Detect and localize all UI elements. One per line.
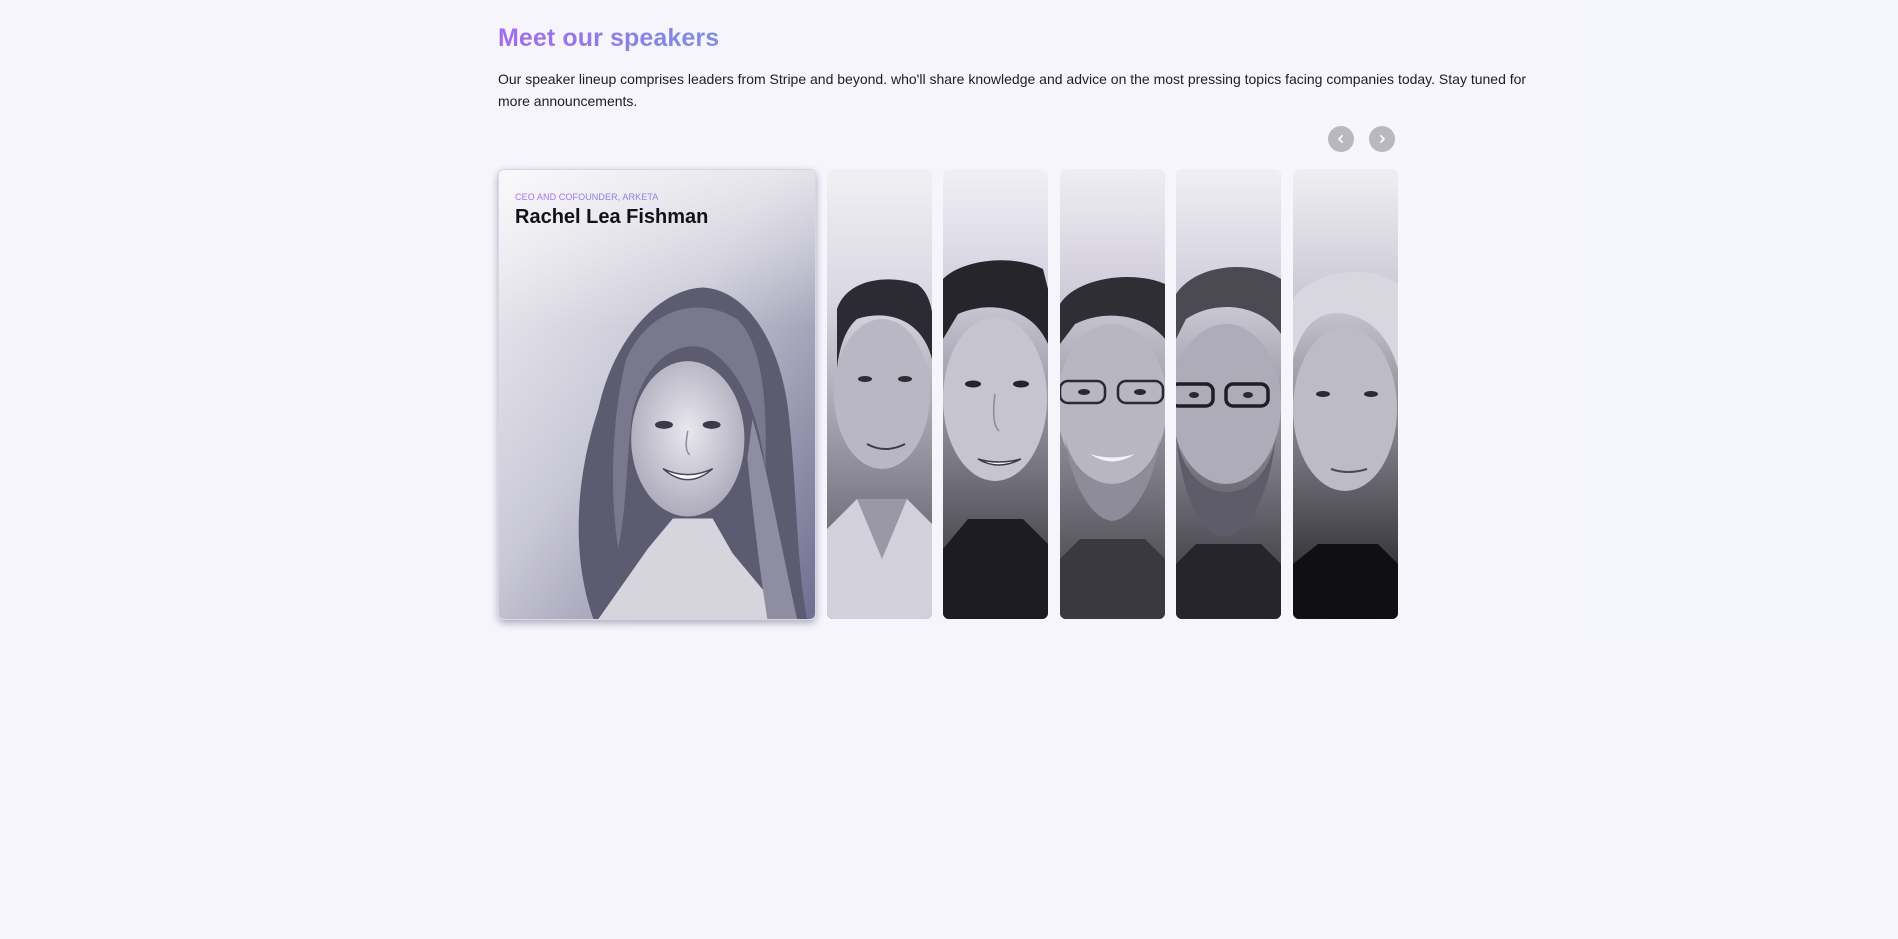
carousel-next-button[interactable] (1369, 126, 1395, 152)
speaker-photo (1060, 169, 1165, 619)
section-description: Our speaker lineup comprises leaders fro… (498, 71, 1527, 109)
speaker-card[interactable] (1293, 169, 1398, 619)
speaker-card[interactable] (1060, 169, 1165, 619)
speaker-card[interactable] (943, 169, 1048, 619)
chevron-right-icon (1380, 135, 1385, 143)
chevron-left-icon (1338, 135, 1343, 143)
speaker-photo (1293, 169, 1398, 619)
speaker-role: CEO AND COFOUNDER, ARKETA (515, 192, 708, 202)
speaker-photo (827, 169, 932, 619)
speaker-carousel: CEO AND COFOUNDER, ARKETA Rachel Lea Fis… (498, 169, 1398, 621)
speaker-photo (499, 170, 815, 619)
speaker-info: CEO AND COFOUNDER, ARKETA Rachel Lea Fis… (515, 192, 708, 229)
speaker-card[interactable] (827, 169, 932, 619)
speaker-photo (943, 169, 1048, 619)
speaker-photo (1176, 169, 1281, 619)
speaker-card-featured[interactable]: CEO AND COFOUNDER, ARKETA Rachel Lea Fis… (498, 169, 816, 620)
carousel-prev-button[interactable] (1328, 126, 1354, 152)
speaker-card[interactable] (1176, 169, 1281, 619)
speaker-name: Rachel Lea Fishman (515, 206, 709, 228)
section-heading: Meet our speakers (498, 24, 720, 52)
